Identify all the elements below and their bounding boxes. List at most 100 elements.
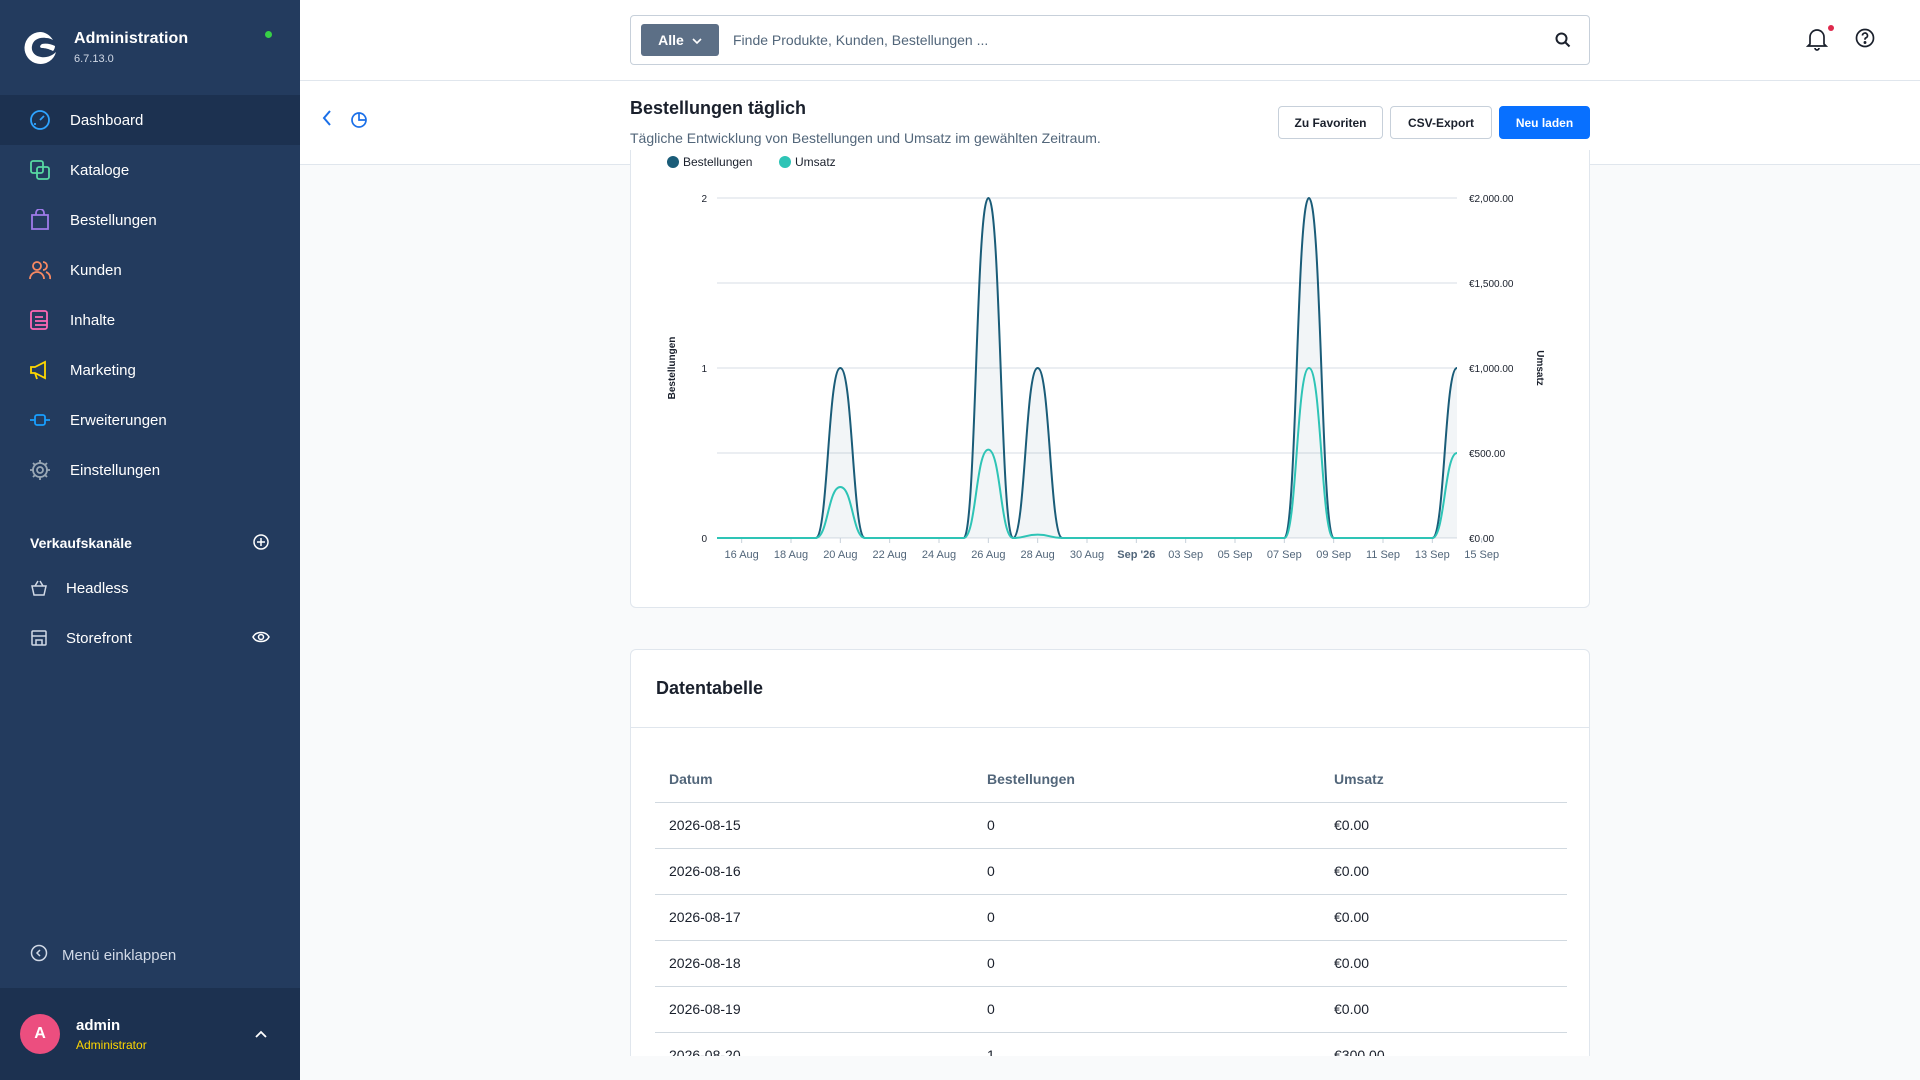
page-subtitle: Tägliche Entwicklung von Bestellungen un… (630, 130, 1101, 146)
x-tick-label: 18 Aug (774, 549, 808, 561)
x-tick-label: 16 Aug (725, 549, 759, 561)
x-tick-label: 09 Sep (1316, 549, 1351, 561)
cell-datum: 2026-08-15 (655, 802, 973, 849)
page-bottom-edge (300, 1056, 1920, 1080)
cell-bestellungen: 0 (973, 940, 1320, 987)
content-icon (28, 308, 52, 332)
x-tick-label: 24 Aug (922, 549, 956, 561)
nav-item-kunden[interactable]: Kunden (0, 245, 300, 295)
search-type-label: Alle (658, 32, 684, 48)
user-name: admin (76, 1016, 121, 1034)
x-tick-label: 28 Aug (1021, 549, 1055, 561)
legend-label-bestellungen: Bestellungen (683, 155, 752, 169)
dashboard-icon (28, 108, 52, 132)
cell-datum: 2026-08-17 (655, 894, 973, 941)
nav-item-inhalte[interactable]: Inhalte (0, 295, 300, 345)
x-tick-label: 26 Aug (971, 549, 1005, 561)
nav-item-kataloge[interactable]: Kataloge (0, 145, 300, 195)
storefront-icon (28, 627, 50, 649)
y-left-tick-label: 2 (701, 194, 707, 205)
cell-bestellungen: 0 (973, 802, 1320, 849)
y-left-tick-label: 0 (701, 534, 707, 545)
search-icon[interactable] (1543, 20, 1583, 60)
nav-item-dashboard[interactable]: Dashboard (0, 95, 300, 145)
x-tick-label: 05 Sep (1218, 549, 1253, 561)
top-bar: Alle (300, 0, 1920, 81)
nav-item-marketing[interactable]: Marketing (0, 345, 300, 395)
nav-label: Bestellungen (70, 211, 157, 229)
marketing-icon (28, 358, 52, 382)
table-title: Datentabelle (631, 650, 1589, 728)
search-input[interactable] (733, 32, 1543, 48)
cell-bestellungen: 0 (973, 986, 1320, 1033)
notification-badge (1828, 25, 1834, 31)
app-title: Administration (74, 30, 189, 47)
page-title: Bestellungen täglich (630, 98, 807, 118)
cell-datum: 2026-08-19 (655, 986, 973, 1033)
cell-umsatz: €0.00 (1320, 894, 1567, 941)
y-left-axis-label: Bestellungen (667, 337, 678, 400)
sales-channel-headless[interactable]: Headless (0, 563, 300, 613)
nav-label: Dashboard (70, 111, 144, 129)
nav-item-einstellungen[interactable]: Einstellungen (0, 445, 300, 495)
x-tick-label: 03 Sep (1168, 549, 1203, 561)
nav-item-bestellungen[interactable]: Bestellungen (0, 195, 300, 245)
cell-umsatz: €0.00 (1320, 802, 1567, 849)
brand-header: Administration 6.7.13.0 (0, 0, 300, 95)
nav-label: Inhalte (70, 311, 116, 329)
collapse-menu-button[interactable]: Menü einklappen (0, 940, 176, 970)
nav-label: Marketing (70, 361, 136, 379)
catalog-icon (28, 158, 52, 182)
collapse-label: Menü einklappen (62, 946, 177, 964)
add-sales-channel-icon[interactable] (252, 533, 270, 554)
table-row: 2026-08-15 0 €0.00 (655, 802, 1567, 849)
nav-item-erweiterungen[interactable]: Erweiterungen (0, 395, 300, 445)
help-icon[interactable] (1855, 28, 1875, 53)
nav-label: Kunden (70, 261, 122, 279)
cell-umsatz: €0.00 (1320, 986, 1567, 1033)
reload-button[interactable]: Neu laden (1499, 106, 1590, 139)
user-menu[interactable]: A admin Administrator (0, 988, 300, 1080)
eye-icon[interactable] (252, 630, 270, 648)
y-right-tick-label: €1,500.00 (1469, 279, 1514, 290)
x-tick-label: 30 Aug (1070, 549, 1104, 561)
cell-umsatz: €0.00 (1320, 940, 1567, 987)
status-indicator (265, 31, 272, 38)
y-left-tick-label: 1 (701, 364, 707, 375)
table-row: 2026-08-19 0 €0.00 (655, 986, 1567, 1033)
data-table-card: Datentabelle Datum Bestellungen Umsatz 2… (630, 649, 1590, 1069)
back-arrow-icon[interactable] (320, 109, 334, 132)
sales-channel-storefront[interactable]: Storefront (0, 613, 300, 663)
notification-bell-icon[interactable] (1805, 27, 1829, 56)
y-right-axis-label: Umsatz (1534, 350, 1545, 386)
sidebar: Administration 6.7.13.0 Dashboard Katalo… (0, 0, 300, 1080)
x-tick-label: 20 Aug (823, 549, 857, 561)
chart-card: €0.00 €500.00 €1,000.00 €1,500.00 €2,000.00 0… (630, 150, 1590, 608)
add-favorite-button[interactable]: Zu Favoriten (1278, 106, 1383, 139)
chevron-up-icon[interactable] (254, 1026, 268, 1044)
sales-channel-label: Storefront (66, 629, 132, 647)
legend-marker-umsatz (779, 156, 791, 168)
nav-label: Erweiterungen (70, 411, 167, 429)
data-table: Datum Bestellungen Umsatz 2026-08-15 0 €0.… (655, 756, 1567, 1068)
x-tick-label: 07 Sep (1267, 549, 1302, 561)
nav-label: Einstellungen (70, 461, 161, 479)
orders-icon (28, 208, 52, 232)
legend-label-umsatz: Umsatz (795, 155, 836, 169)
cell-bestellungen: 0 (973, 894, 1320, 941)
x-tick-label: Sep '26 (1117, 549, 1155, 561)
table-row: 2026-08-17 0 €0.00 (655, 894, 1567, 941)
table-row: 2026-08-16 0 €0.00 (655, 848, 1567, 895)
cell-bestellungen: 0 (973, 848, 1320, 895)
sales-channels-header: Verkaufskanäle (0, 523, 300, 563)
x-tick-label: 15 Sep (1464, 549, 1499, 561)
search-type-select[interactable]: Alle (641, 24, 719, 56)
y-right-tick-label: €2,000.00 (1469, 194, 1514, 205)
csv-export-button[interactable]: CSV-Export (1390, 106, 1492, 139)
extensions-icon (28, 408, 52, 432)
pie-chart-icon (350, 111, 368, 134)
y-right-tick-label: €500.00 (1469, 449, 1506, 460)
x-tick-label: 13 Sep (1415, 549, 1450, 561)
legend-marker-bestellungen (667, 156, 679, 168)
column-header-umsatz: Umsatz (1320, 756, 1567, 803)
